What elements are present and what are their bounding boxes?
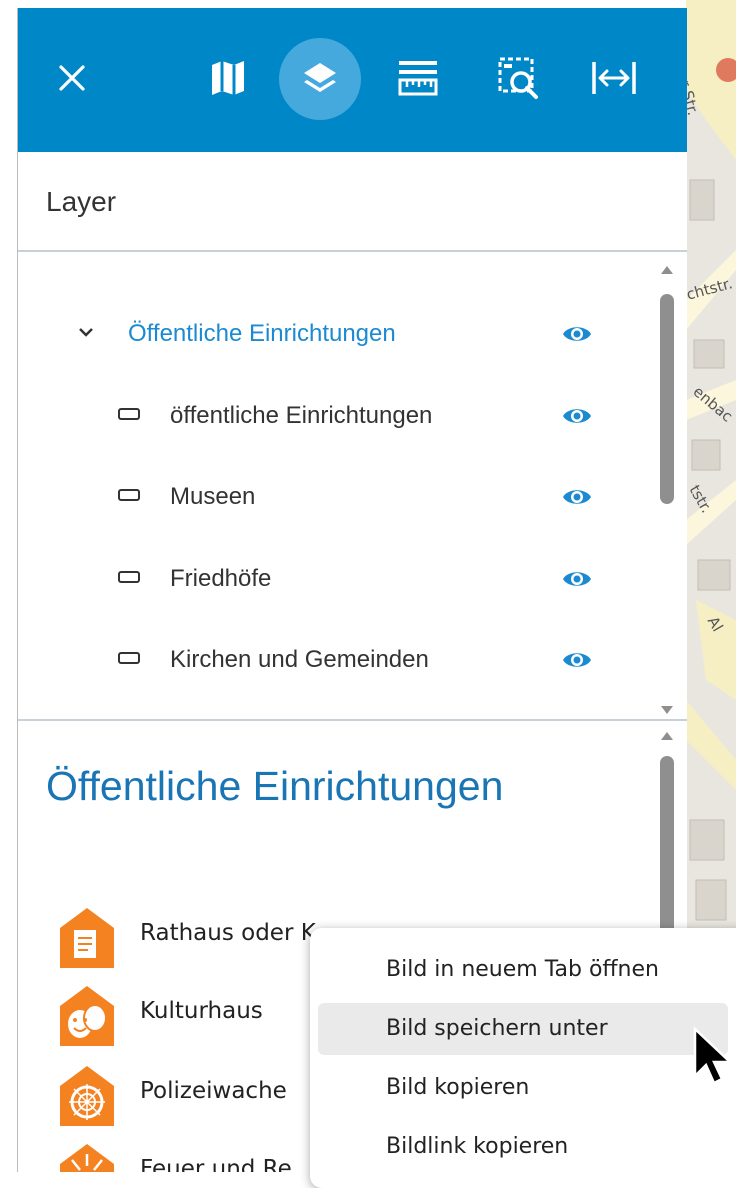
layer-group-row[interactable]: Öffentliche Einrichtungen [18, 304, 658, 364]
mouse-pointer-icon [693, 1026, 734, 1085]
legend-item-label: Rathaus oder K [140, 920, 316, 946]
layer-item-row[interactable]: Kirchen und Gemeinden [18, 630, 658, 690]
layer-item-label[interactable]: Friedhöfe [170, 549, 271, 609]
scroll-down-arrow-icon[interactable] [661, 706, 673, 714]
visibility-eye-icon[interactable] [561, 648, 593, 672]
layer-header: Layer [18, 152, 687, 252]
legend-title: Öffentliche Einrichtungen [46, 763, 504, 809]
context-menu: Bild in neuem Tab öffnen Bild speichern … [310, 928, 736, 1188]
chevron-down-icon[interactable] [76, 322, 96, 342]
legend-item-label: Kulturhaus [140, 998, 263, 1024]
layer-panel-title: Layer [46, 186, 117, 217]
width-measure-button[interactable] [583, 50, 645, 106]
copy-image-item[interactable]: Bild kopieren [318, 1062, 728, 1114]
map-button[interactable] [198, 48, 258, 108]
close-icon [59, 65, 85, 91]
layer-item-row[interactable]: Friedhöfe [18, 549, 658, 609]
zoom-area-button[interactable] [488, 50, 548, 106]
theater-masks-icon [60, 986, 114, 1046]
layer-item-row[interactable]: Museen [18, 467, 658, 527]
layer-leaf-icon [118, 571, 140, 583]
open-image-new-tab-item[interactable]: Bild in neuem Tab öffnen [318, 944, 728, 996]
zoom-area-icon [498, 57, 538, 99]
layer-item-label[interactable]: Kirchen und Gemeinden [170, 630, 429, 690]
layer-group-label[interactable]: Öffentliche Einrichtungen [128, 304, 396, 364]
layer-tree-scrollbar[interactable] [656, 266, 678, 718]
legend-item-label: Polizeiwache [140, 1078, 287, 1104]
layers-button[interactable] [279, 38, 361, 120]
layer-leaf-icon [118, 652, 140, 664]
layer-leaf-icon [118, 489, 140, 501]
layer-leaf-icon [118, 408, 140, 420]
map-icon [212, 61, 244, 95]
width-measure-icon [592, 62, 636, 94]
context-menu-label[interactable]: Bild speichern unter [386, 1003, 608, 1055]
toolbar [18, 8, 687, 152]
layers-icon [304, 63, 336, 92]
close-button[interactable] [46, 52, 98, 104]
section-divider [18, 719, 687, 721]
legend-item-label: Feuer und Re [140, 1156, 292, 1172]
context-menu-label[interactable]: Bild kopieren [386, 1062, 529, 1114]
context-menu-label[interactable]: Bild in neuem Tab öffnen [386, 944, 659, 996]
visibility-eye-icon[interactable] [561, 567, 593, 591]
scroll-up-arrow-icon[interactable] [661, 732, 673, 740]
save-image-as-item[interactable]: Bild speichern unter [318, 1003, 728, 1055]
scroll-thumb[interactable] [660, 294, 674, 504]
fire-station-icon [60, 1144, 114, 1172]
scroll-up-arrow-icon[interactable] [661, 266, 673, 274]
police-badge-icon [60, 1066, 114, 1126]
ruler-icon [398, 61, 438, 96]
visibility-eye-icon[interactable] [561, 322, 593, 346]
layer-item-label[interactable]: öffentliche Einrichtungen [170, 386, 432, 446]
copy-image-link-item[interactable]: Bildlink kopieren [318, 1121, 728, 1173]
ruler-button[interactable] [388, 50, 448, 106]
layer-tree: Öffentliche Einrichtungen öffentliche Ei… [18, 252, 687, 720]
layer-item-label[interactable]: Museen [170, 467, 255, 527]
context-menu-label[interactable]: Bildlink kopieren [386, 1121, 568, 1173]
town-hall-icon [60, 908, 114, 968]
visibility-eye-icon[interactable] [561, 485, 593, 509]
layer-item-row[interactable]: öffentliche Einrichtungen [18, 386, 658, 446]
visibility-eye-icon[interactable] [561, 404, 593, 428]
